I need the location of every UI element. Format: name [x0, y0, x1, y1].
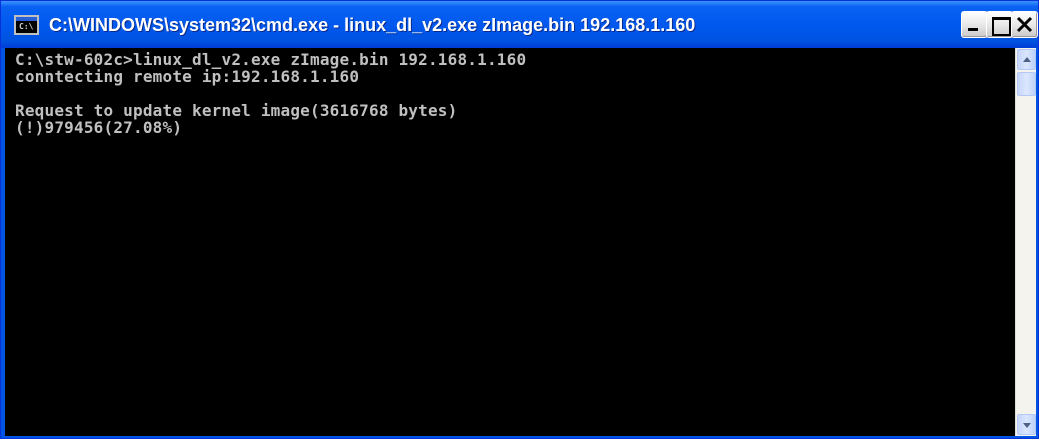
scroll-thumb[interactable] — [1017, 72, 1036, 96]
scroll-down-arrow-icon — [1023, 423, 1031, 428]
minimize-button[interactable] — [961, 11, 988, 38]
console-output[interactable]: C:\stw-602c>linux_dl_v2.exe zImage.bin 1… — [5, 48, 1015, 436]
vertical-scrollbar[interactable] — [1015, 48, 1036, 436]
console-line: Request to update kernel image(3616768 b… — [15, 101, 458, 120]
maximize-button[interactable] — [986, 11, 1013, 38]
title-bar[interactable]: C:\ C:\WINDOWS\system32\cmd.exe - linux_… — [1, 1, 1038, 48]
window-title: C:\WINDOWS\system32\cmd.exe - linux_dl_v… — [49, 15, 696, 35]
close-icon — [1016, 16, 1033, 33]
cmd-prompt-icon-glyph: C:\ — [19, 22, 34, 31]
console-line: C:\stw-602c>linux_dl_v2.exe zImage.bin 1… — [15, 50, 527, 69]
scroll-up-button[interactable] — [1017, 49, 1036, 70]
cmd-window: C:\ C:\WINDOWS\system32\cmd.exe - linux_… — [0, 0, 1039, 439]
scroll-up-arrow-icon — [1023, 57, 1031, 62]
scroll-down-button[interactable] — [1017, 414, 1036, 435]
cmd-prompt-icon[interactable]: C:\ — [14, 15, 39, 35]
close-button[interactable] — [1011, 11, 1038, 38]
console-line: (!)979456(27.08%) — [15, 118, 183, 137]
console-line: conntecting remote ip:192.168.1.160 — [15, 67, 360, 86]
